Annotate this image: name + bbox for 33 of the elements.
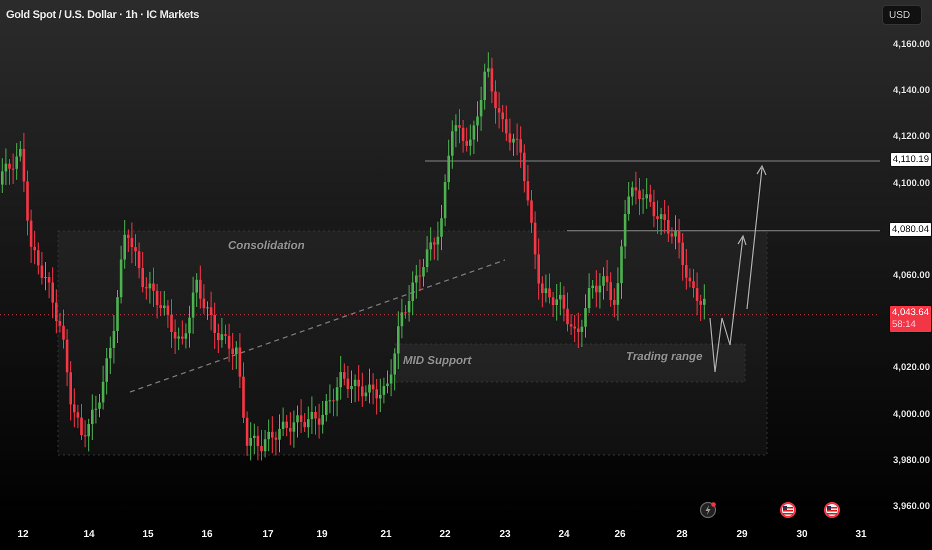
price-tick: 4,140.00 xyxy=(893,85,930,96)
current-price: 4,043.64 xyxy=(892,306,929,319)
annotation-label: MID Support xyxy=(403,355,472,367)
price-level-label: 4,080.04 xyxy=(890,222,931,236)
price-tick: 3,960.00 xyxy=(893,501,930,512)
time-tick: 29 xyxy=(735,529,749,540)
time-tick: 23 xyxy=(498,529,512,540)
time-tick: 21 xyxy=(379,529,393,540)
currency-button[interactable]: USD xyxy=(882,5,922,25)
price-tick: 4,060.00 xyxy=(893,270,930,281)
time-tick: 15 xyxy=(141,529,155,540)
chart-title: Gold Spot / U.S. Dollar · 1h · IC Markets xyxy=(6,9,200,21)
time-tick: 19 xyxy=(315,529,329,540)
time-tick: 31 xyxy=(854,529,868,540)
annotation-label: Trading range xyxy=(626,351,702,363)
time-tick: 30 xyxy=(795,529,809,540)
price-tick: 4,120.00 xyxy=(893,131,930,142)
time-tick: 14 xyxy=(82,529,96,540)
time-tick: 26 xyxy=(613,529,627,540)
price-tick: 4,100.00 xyxy=(893,178,930,189)
price-tick: 4,000.00 xyxy=(893,408,930,420)
price-level-label: 4,110.19 xyxy=(890,153,931,166)
price-tick: 4,020.00 xyxy=(893,362,930,374)
annotation-label: Consolidation xyxy=(228,240,305,252)
time-tick: 16 xyxy=(200,529,214,540)
time-tick: 22 xyxy=(438,529,452,540)
time-tick: 24 xyxy=(557,529,571,540)
time-tick: 17 xyxy=(261,529,275,540)
price-tick: 4,160.00 xyxy=(893,39,930,50)
time-tick: 12 xyxy=(16,529,30,540)
price-tick: 3,980.00 xyxy=(893,454,930,466)
time-tick: 28 xyxy=(675,529,689,540)
countdown-timer: 58:14 xyxy=(892,318,917,331)
